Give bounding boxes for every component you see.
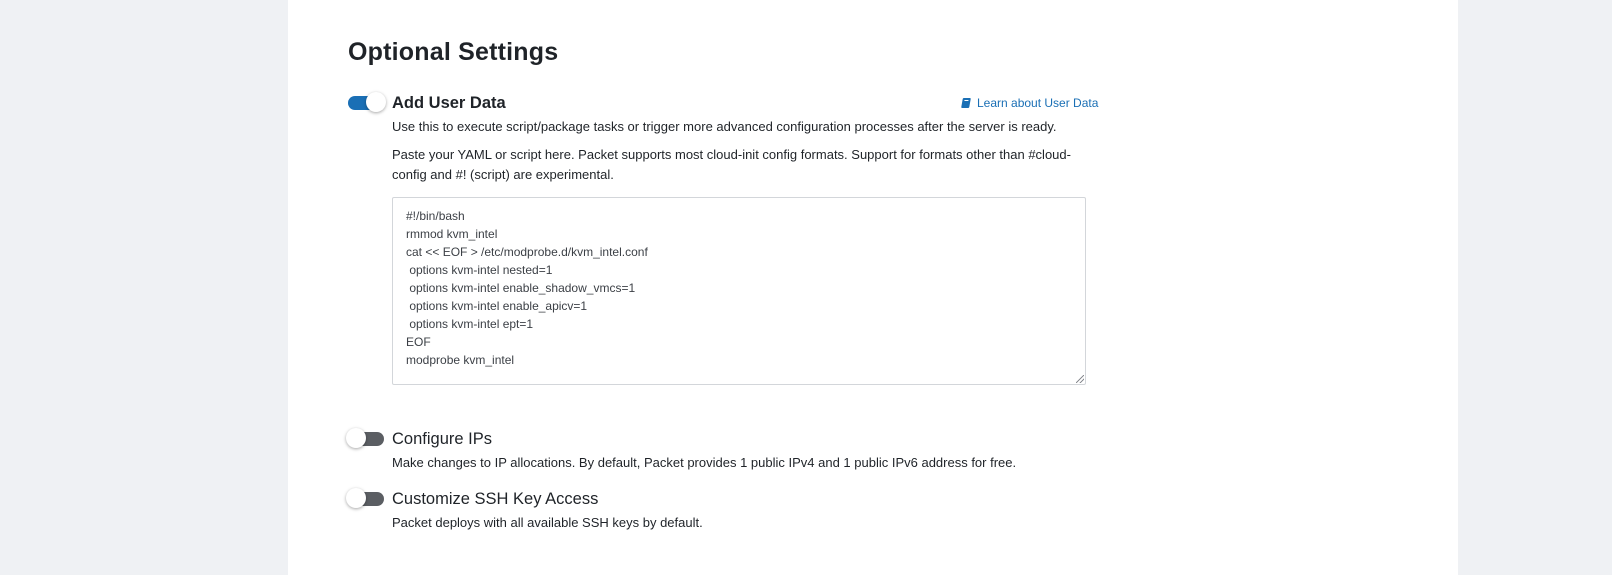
- toggle-knob: [346, 488, 366, 508]
- configure-ips-description: Make changes to IP allocations. By defau…: [392, 455, 1017, 470]
- user-data-description: Use this to execute script/package tasks…: [392, 119, 1057, 134]
- ssh-keys-description: Packet deploys with all available SSH ke…: [392, 515, 703, 530]
- script-line: EOF: [406, 335, 431, 349]
- script-line: options kvm-intel enable_shadow_vmcs=1: [406, 281, 636, 295]
- learn-link-label: Learn about User Data: [977, 96, 1099, 110]
- script-line: options kvm-intel nested=1: [406, 263, 553, 277]
- script-line: cat << EOF > /etc/modprobe.d/kvm_intel.c…: [406, 245, 648, 259]
- ssh-keys-toggle[interactable]: [346, 488, 384, 508]
- script-line: options kvm-intel ept=1: [406, 317, 534, 331]
- configure-ips-title: Configure IPs: [392, 430, 492, 448]
- ssh-keys-title: Customize SSH Key Access: [392, 490, 599, 508]
- user-data-title: Add User Data: [392, 94, 506, 112]
- script-line: modprobe kvm_intel: [406, 353, 515, 367]
- learn-about-user-data-link[interactable]: Learn about User Data: [961, 96, 1099, 110]
- script-line: #!/bin/bash: [406, 209, 465, 223]
- optional-settings-panel: Optional Settings Add User Data Use this…: [288, 0, 1458, 575]
- script-line: rmmod kvm_intel: [406, 227, 498, 241]
- toggle-knob: [366, 92, 386, 112]
- user-data-textarea[interactable]: #!/bin/bash rmmod kvm_intel cat << EOF >…: [392, 197, 1086, 385]
- configure-ips-toggle[interactable]: [346, 428, 384, 448]
- user-data-toggle[interactable]: [348, 92, 386, 112]
- toggle-knob: [346, 428, 366, 448]
- section-title: Optional Settings: [348, 38, 559, 66]
- resize-handle[interactable]: [1076, 375, 1084, 383]
- paste-instructions: Paste your YAML or script here. Packet s…: [392, 147, 1071, 182]
- script-line: options kvm-intel enable_apicv=1: [406, 299, 588, 313]
- book-icon: [961, 98, 971, 108]
